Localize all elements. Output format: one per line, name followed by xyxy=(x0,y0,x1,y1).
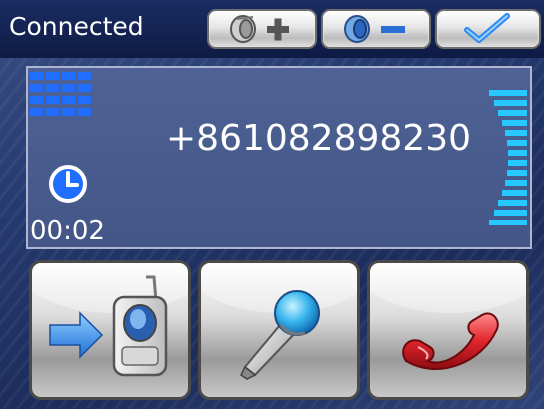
transfer-to-phone-button[interactable] xyxy=(29,260,191,400)
status-bar: Connected xyxy=(0,0,544,58)
call-timer: 00:02 xyxy=(30,216,105,246)
checkmark-icon xyxy=(464,13,510,43)
call-display-panel: +861082898230 00:02 xyxy=(26,66,532,249)
phone-number: +861082898230 xyxy=(166,118,472,159)
signal-bars-icon xyxy=(30,72,91,116)
connection-status: Connected xyxy=(9,12,144,41)
transfer-to-phone-icon xyxy=(49,275,168,377)
clock-icon xyxy=(49,165,87,203)
hang-up-button[interactable] xyxy=(367,260,529,400)
microphone-icon xyxy=(240,290,320,380)
volume-level-icon xyxy=(489,90,527,225)
volume-down-button[interactable] xyxy=(321,9,431,49)
hang-up-icon xyxy=(402,312,499,371)
speaker-minus-icon xyxy=(344,15,405,43)
volume-up-button[interactable] xyxy=(207,9,317,49)
confirm-button[interactable] xyxy=(435,9,541,49)
speaker-plus-icon xyxy=(230,15,289,43)
microphone-button[interactable] xyxy=(198,260,360,400)
